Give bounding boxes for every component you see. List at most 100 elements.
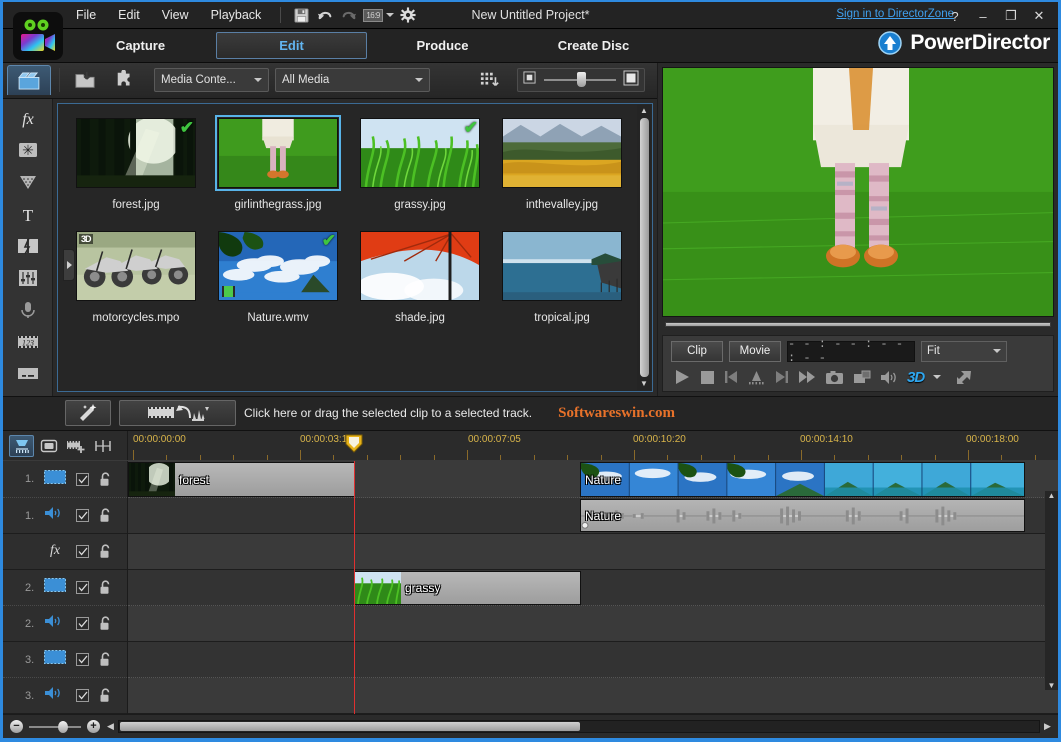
- voice-over-room-icon[interactable]: [9, 297, 47, 323]
- track-lock-icon[interactable]: [99, 508, 112, 523]
- preview-tab-movie[interactable]: Movie: [729, 341, 781, 362]
- menu-file[interactable]: File: [65, 4, 107, 26]
- tab-create-disc[interactable]: Create Disc: [518, 33, 669, 58]
- minimize-button[interactable]: –: [970, 5, 996, 27]
- save-icon[interactable]: [289, 4, 313, 26]
- timeline-row-effect[interactable]: [128, 534, 1058, 570]
- timeline-row-video-3[interactable]: [128, 642, 1058, 678]
- 3d-button[interactable]: 3D: [907, 369, 924, 386]
- tab-edit[interactable]: Edit: [216, 32, 367, 59]
- stop-button[interactable]: [700, 370, 715, 385]
- storyboard-view-button[interactable]: [36, 435, 61, 457]
- media-thumbnail[interactable]: 3D: [76, 231, 196, 301]
- scrollbar-thumb[interactable]: [120, 722, 580, 731]
- zoom-slider-knob[interactable]: [58, 721, 68, 733]
- track-header-effect[interactable]: fx: [3, 534, 127, 570]
- add-to-timeline-icon[interactable]: [119, 400, 236, 426]
- gear-icon[interactable]: [396, 4, 420, 26]
- timeline-horizontal-scrollbar[interactable]: ◀ ▶: [106, 719, 1052, 734]
- media-item-girlinthegrass[interactable]: girlinthegrass.jpg: [218, 118, 338, 211]
- help-button[interactable]: ?: [942, 5, 968, 27]
- thumbnail-size-slider[interactable]: [517, 68, 645, 92]
- redo-icon[interactable]: [337, 4, 361, 26]
- media-item-tropical[interactable]: tropical.jpg: [502, 231, 622, 324]
- collapse-library-handle[interactable]: [63, 249, 75, 281]
- media-thumbnail[interactable]: [218, 118, 338, 188]
- media-thumbnail[interactable]: [502, 231, 622, 301]
- preview-scrub-track[interactable]: [665, 322, 1051, 327]
- track-lock-icon[interactable]: [99, 616, 112, 631]
- media-item-shade[interactable]: shade.jpg: [360, 231, 480, 324]
- media-item-grassy[interactable]: ✔ grassy.jpg: [360, 118, 480, 211]
- zoom-slider-track[interactable]: [29, 726, 81, 728]
- timeline-clip-forest[interactable]: forest: [128, 462, 355, 497]
- zoom-out-button[interactable]: −: [9, 719, 24, 734]
- timeline-clip-grassy[interactable]: grassy: [354, 571, 581, 605]
- timeline-vertical-scrollbar[interactable]: ▲ ▼: [1045, 491, 1058, 690]
- title-room-icon[interactable]: T: [9, 201, 47, 227]
- play-button[interactable]: [674, 369, 691, 385]
- timeline-row-audio-2[interactable]: [128, 606, 1058, 642]
- pip-objects-room-icon[interactable]: ✳: [9, 137, 47, 163]
- timeline-canvas[interactable]: forest: [128, 461, 1058, 714]
- track-enable-checkbox[interactable]: [76, 689, 89, 702]
- track-manager-button[interactable]: [63, 435, 88, 457]
- media-thumbnail[interactable]: [502, 118, 622, 188]
- fast-forward-button[interactable]: [798, 370, 816, 384]
- fullscreen-button[interactable]: [956, 370, 974, 385]
- content-filter-dropdown[interactable]: Media Conte...: [154, 68, 269, 92]
- zoom-in-button[interactable]: +: [86, 719, 101, 734]
- chapter-room-icon[interactable]: 123: [9, 329, 47, 355]
- marker-button[interactable]: [90, 435, 115, 457]
- track-header-video-3[interactable]: 3.: [3, 642, 127, 678]
- menu-playback[interactable]: Playback: [200, 4, 273, 26]
- scrollbar-thumb[interactable]: [640, 118, 649, 377]
- sign-in-link[interactable]: Sign in to DirectorZone: [836, 8, 954, 20]
- scrollbar-track[interactable]: [118, 720, 1040, 733]
- library-vertical-scrollbar[interactable]: ▲ ▼: [637, 105, 651, 390]
- transition-room-icon[interactable]: [9, 233, 47, 259]
- chevron-down-icon[interactable]: [933, 375, 941, 379]
- preview-tab-clip[interactable]: Clip: [671, 341, 723, 362]
- scroll-down-arrow-icon[interactable]: ▼: [1048, 681, 1056, 690]
- step-marker-button[interactable]: [748, 370, 765, 385]
- track-lock-icon[interactable]: [99, 652, 112, 667]
- playhead[interactable]: [343, 433, 365, 453]
- media-item-motorcycles[interactable]: 3D motorcycles.mpo: [76, 231, 196, 324]
- subtitle-room-icon[interactable]: [9, 361, 47, 387]
- timeline-view-button[interactable]: [9, 435, 34, 457]
- large-thumbnail-icon[interactable]: [623, 70, 639, 91]
- maximize-button[interactable]: ❐: [998, 5, 1024, 27]
- media-item-forest[interactable]: ✔ forest.jpg: [76, 118, 196, 211]
- track-header-video-2[interactable]: 2.: [3, 570, 127, 606]
- scroll-left-arrow-icon[interactable]: ◀: [106, 721, 115, 732]
- scroll-up-arrow-icon[interactable]: ▲: [638, 105, 650, 117]
- sort-icon[interactable]: [473, 66, 507, 94]
- aspect-ratio-selector[interactable]: 16:9: [361, 9, 396, 22]
- menu-edit[interactable]: Edit: [107, 4, 151, 26]
- next-frame-button[interactable]: [774, 370, 789, 384]
- track-enable-checkbox[interactable]: [76, 653, 89, 666]
- preview-screen[interactable]: [662, 67, 1054, 317]
- media-item-nature[interactable]: ✔ Nature.wmv: [218, 231, 338, 324]
- slider-track[interactable]: [544, 79, 616, 81]
- media-type-dropdown[interactable]: All Media: [275, 68, 430, 92]
- upgrade-arrow-icon[interactable]: [878, 31, 902, 55]
- scroll-right-arrow-icon[interactable]: ▶: [1043, 721, 1052, 732]
- small-thumbnail-icon[interactable]: [523, 71, 536, 89]
- tab-produce[interactable]: Produce: [367, 33, 518, 58]
- media-thumbnail[interactable]: [360, 231, 480, 301]
- scroll-up-arrow-icon[interactable]: ▲: [1048, 491, 1056, 500]
- track-lock-icon[interactable]: [99, 472, 112, 487]
- track-enable-checkbox[interactable]: [76, 617, 89, 630]
- media-room-icon[interactable]: [7, 65, 51, 95]
- timeline-row-audio-3[interactable]: [128, 678, 1058, 714]
- track-header-audio-2[interactable]: 2.: [3, 606, 127, 642]
- effect-room-icon[interactable]: fx: [9, 105, 47, 131]
- track-enable-checkbox[interactable]: [76, 473, 89, 486]
- media-thumbnail[interactable]: ✔: [76, 118, 196, 188]
- volume-button[interactable]: [880, 370, 898, 385]
- track-lock-icon[interactable]: [99, 580, 112, 595]
- track-lock-icon[interactable]: [99, 688, 112, 703]
- timeline-clip-nature-video[interactable]: Nature: [580, 462, 1025, 497]
